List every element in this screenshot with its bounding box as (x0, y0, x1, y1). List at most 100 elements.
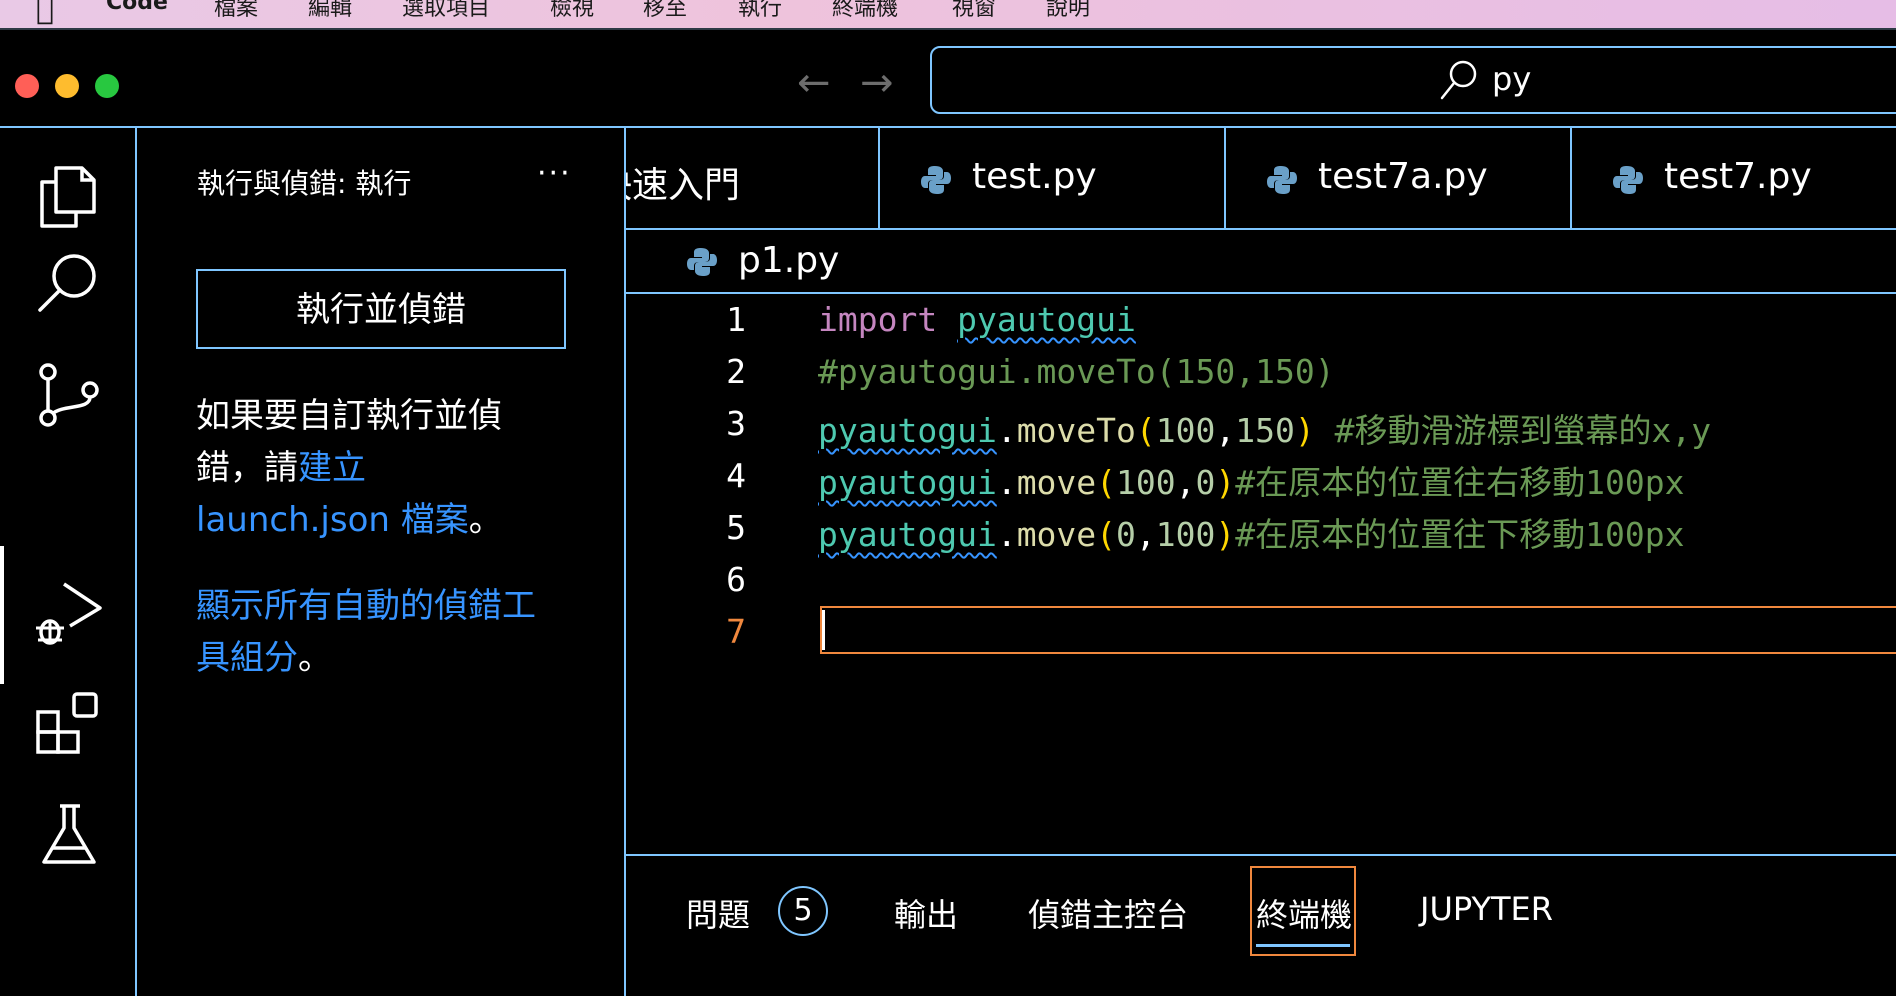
paren-open: ( (1135, 411, 1156, 450)
number: 100 (1155, 411, 1216, 450)
paren-open: ( (1096, 515, 1117, 554)
comment: #pyautogui.moveTo(150,150) (818, 352, 1335, 391)
menu-window[interactable]: 視窗 (952, 0, 996, 22)
customize-hint-end: 。 (468, 500, 503, 540)
paren-close: ) (1294, 411, 1315, 450)
macos-menubar:  Code 檔案 編輯 選取項目 檢視 移至 執行 終端機 視窗 說明 (0, 0, 1896, 28)
number: 0 (1195, 463, 1216, 502)
activity-bar (0, 128, 137, 996)
run-debug-sidebar: 執行與偵錯: 執行 ··· 執行並偵錯 如果要自訂執行並偵錯，請建立 launc… (137, 128, 626, 996)
comma: , (1215, 411, 1236, 450)
function-name: move (1016, 463, 1097, 502)
code-text: import pyautogui (818, 300, 1136, 339)
comma: , (1175, 463, 1196, 502)
extensions-icon[interactable] (34, 688, 104, 758)
show-debuggers-end: 。 (298, 638, 332, 678)
module-name: pyautogui (818, 411, 997, 450)
customize-hint: 如果要自訂執行並偵錯，請建立 launch.json 檔案。 (196, 390, 556, 546)
source-control-icon[interactable] (34, 360, 104, 430)
line-number: 6 (726, 560, 746, 599)
active-indicator (0, 546, 4, 684)
line-number: 1 (726, 300, 746, 339)
command-center-search[interactable]: py (930, 46, 1896, 114)
panel-tab-terminal[interactable]: 終端機 (1256, 890, 1352, 936)
menu-edit[interactable]: 編輯 (308, 0, 352, 22)
line-number: 3 (726, 404, 746, 443)
comma: , (1135, 515, 1156, 554)
run-and-debug-button[interactable]: 執行並偵錯 (196, 269, 566, 349)
tab-test-py[interactable]: test.py (880, 128, 1226, 228)
more-actions-icon[interactable]: ··· (537, 156, 572, 191)
code-line: 2 #pyautogui.moveTo(150,150) (626, 346, 1896, 398)
menu-file[interactable]: 檔案 (214, 0, 258, 22)
comment: #移動滑游標到螢幕的x,y (1314, 411, 1712, 450)
flask-icon[interactable] (34, 800, 104, 870)
search-icon (1440, 60, 1477, 100)
text-cursor (822, 610, 825, 650)
line-number-active: 7 (726, 612, 746, 651)
python-icon (1613, 166, 1643, 194)
code-text: pyautogui.move(0,100)#在原本的位置往下移動100px (818, 508, 1685, 556)
current-line-highlight (820, 606, 1896, 654)
show-all-debuggers-link[interactable]: 顯示所有自動的偵錯工具組分 (196, 586, 536, 678)
editor-tabs: 快速入門 test.py test7a.py test7.py (626, 128, 1896, 230)
files-icon[interactable] (34, 160, 104, 230)
active-tab-underline (1256, 944, 1350, 947)
module-name: pyautogui (818, 515, 997, 554)
show-debuggers-hint: 顯示所有自動的偵錯工具組分。 (196, 580, 556, 684)
paren-close: ) (1215, 463, 1236, 502)
number: 100 (1116, 463, 1176, 502)
menu-app-code[interactable]: Code (106, 0, 168, 15)
line-number: 4 (726, 456, 746, 495)
code-line: 5 pyautogui.move(0,100)#在原本的位置往下移動100px (626, 502, 1896, 554)
tab-label: test7a.py (1318, 156, 1488, 197)
maximize-window-button[interactable] (95, 74, 119, 98)
tab-getting-started[interactable]: 快速入門 (626, 128, 880, 228)
back-arrow-icon[interactable]: ← (797, 60, 831, 106)
close-window-button[interactable] (15, 74, 39, 98)
breadcrumb-file[interactable]: p1.py (738, 240, 839, 281)
menu-help[interactable]: 說明 (1046, 0, 1090, 22)
python-icon (687, 248, 717, 276)
keyword-import: import (818, 300, 938, 339)
code-line: 3 pyautogui.moveTo(100,150) #移動滑游標到螢幕的x,… (626, 398, 1896, 450)
run-debug-icon[interactable] (34, 578, 104, 648)
tab-label: test.py (972, 156, 1097, 197)
forward-arrow-icon[interactable]: → (860, 60, 894, 106)
python-icon (921, 166, 951, 194)
dot: . (996, 411, 1017, 450)
title-bar: ← → py (0, 28, 1896, 128)
sidebar-title: 執行與偵錯: 執行 (197, 167, 412, 200)
number: 150 (1235, 411, 1295, 450)
panel-tab-debug-console[interactable]: 偵錯主控台 (1028, 890, 1188, 936)
python-icon (1267, 166, 1297, 194)
panel-tab-problems[interactable]: 問題 (686, 890, 750, 936)
code-editor[interactable]: 1 import pyautogui 2 #pyautogui.moveTo(1… (626, 294, 1896, 854)
tab-test7a-py[interactable]: test7a.py (1226, 128, 1572, 228)
menu-view[interactable]: 檢視 (550, 0, 594, 22)
dot: . (996, 463, 1017, 502)
menu-go[interactable]: 移至 (643, 0, 687, 22)
tab-label: 快速入門 (626, 165, 741, 206)
search-icon[interactable] (34, 248, 104, 318)
function-name: moveTo (1016, 411, 1136, 450)
menu-selection[interactable]: 選取項目 (402, 0, 490, 22)
minimize-window-button[interactable] (55, 74, 79, 98)
line-number: 5 (726, 508, 746, 547)
module-name: pyautogui (818, 463, 997, 502)
code-line: 4 pyautogui.move(100,0)#在原本的位置往右移動100px (626, 450, 1896, 502)
code-line: 6 (626, 554, 1896, 606)
apple-icon[interactable]:  (36, 0, 54, 27)
menu-terminal[interactable]: 終端機 (832, 0, 898, 22)
menu-run[interactable]: 執行 (738, 0, 782, 22)
code-text: pyautogui.moveTo(100,150) #移動滑游標到螢幕的x,y (818, 404, 1711, 452)
comment: #在原本的位置往右移動100px (1235, 463, 1685, 502)
line-number: 2 (726, 352, 746, 391)
problems-count-badge: 5 (778, 886, 828, 936)
panel-tab-output[interactable]: 輸出 (894, 890, 958, 936)
number: 0 (1116, 515, 1136, 554)
panel-tab-jupyter[interactable]: JUPYTER (1420, 890, 1553, 928)
search-text: py (1492, 60, 1532, 98)
tab-test7-py[interactable]: test7.py (1572, 128, 1896, 228)
breadcrumb: p1.py (626, 230, 1896, 294)
